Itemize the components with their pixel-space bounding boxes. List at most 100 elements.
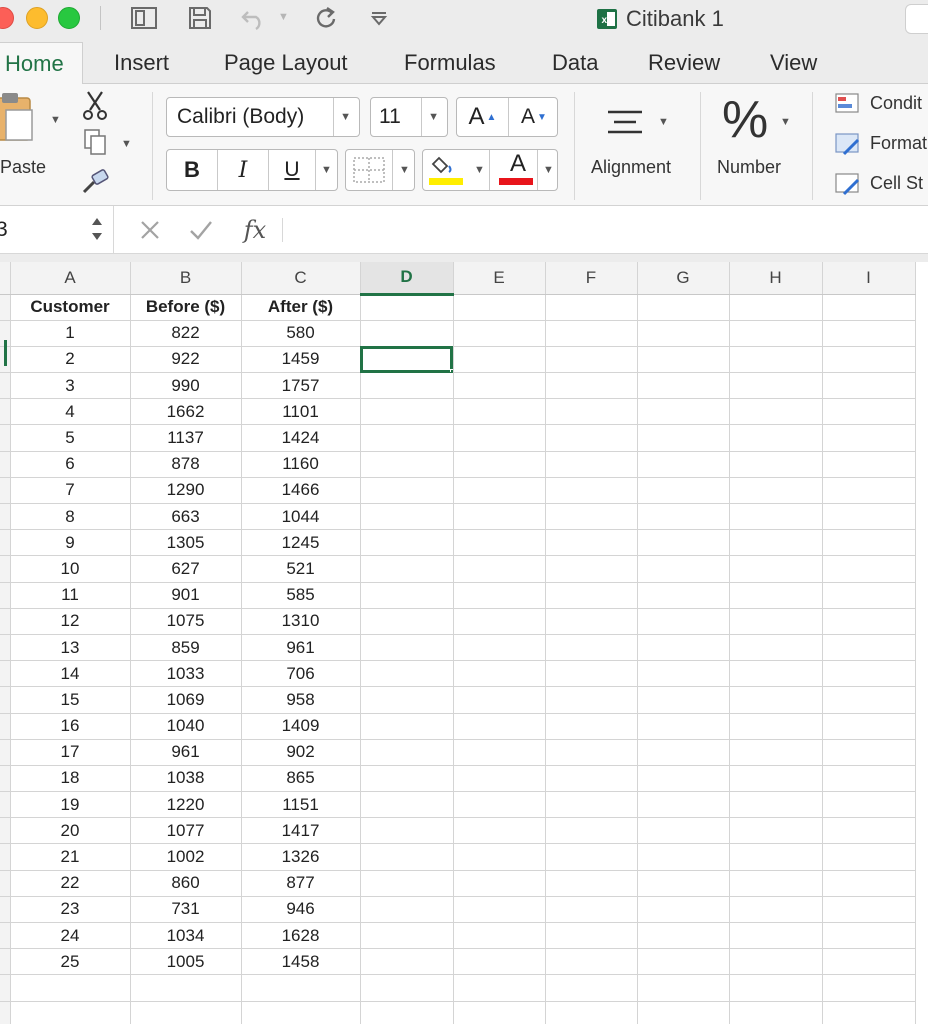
select-all-corner[interactable] xyxy=(0,262,11,295)
cell[interactable] xyxy=(545,582,638,609)
cell-styles-label[interactable]: Cell St xyxy=(870,173,923,194)
alignment-caret[interactable]: ▼ xyxy=(658,116,669,128)
cell[interactable]: 21 xyxy=(10,843,131,871)
paste-label[interactable]: Paste xyxy=(0,157,46,178)
cell[interactable] xyxy=(729,817,823,845)
cell[interactable]: 1220 xyxy=(130,791,242,819)
tab-home[interactable]: Home xyxy=(0,42,83,85)
row-header[interactable] xyxy=(0,1001,11,1024)
cell[interactable]: 521 xyxy=(241,555,361,583)
cell[interactable]: 1033 xyxy=(130,660,242,688)
cell[interactable] xyxy=(822,686,916,714)
cell[interactable] xyxy=(360,817,454,845)
cell[interactable]: 580 xyxy=(241,320,361,347)
cell[interactable]: 1417 xyxy=(241,817,361,845)
cell[interactable] xyxy=(360,634,454,662)
cell[interactable] xyxy=(360,948,454,976)
cell[interactable] xyxy=(545,791,638,819)
sidebar-icon[interactable] xyxy=(128,4,160,32)
cell[interactable] xyxy=(729,791,823,819)
name-box[interactable]: 3 xyxy=(0,206,114,254)
cell[interactable] xyxy=(822,660,916,688)
cell[interactable] xyxy=(637,320,730,347)
cell[interactable]: 1034 xyxy=(130,922,242,950)
cell[interactable] xyxy=(729,1001,823,1024)
cell[interactable] xyxy=(10,974,131,1002)
cell[interactable] xyxy=(545,346,638,374)
cell[interactable]: 8 xyxy=(10,503,131,531)
cell[interactable]: 1 xyxy=(10,320,131,347)
cell[interactable] xyxy=(637,451,730,478)
shrink-font-button[interactable]: A ▼ xyxy=(509,98,559,136)
cell[interactable] xyxy=(360,922,454,950)
row-header[interactable] xyxy=(0,896,11,924)
cell[interactable] xyxy=(453,974,546,1002)
cell[interactable] xyxy=(729,555,823,583)
cell[interactable]: 7 xyxy=(10,477,131,505)
cell[interactable]: 13 xyxy=(10,634,131,662)
cell[interactable]: 1662 xyxy=(130,398,242,426)
cell[interactable] xyxy=(637,896,730,924)
font-name-dropdown[interactable]: Calibri (Body) ▼ xyxy=(166,97,360,137)
cell[interactable]: 922 xyxy=(130,346,242,374)
conditional-formatting-label[interactable]: Condit xyxy=(870,93,922,114)
insert-function-icon[interactable]: fx xyxy=(238,214,272,246)
tab-formulas[interactable]: Formulas xyxy=(404,42,496,84)
cell[interactable] xyxy=(729,713,823,740)
cell[interactable] xyxy=(545,660,638,688)
font-color-button[interactable]: A xyxy=(493,150,537,190)
row-header[interactable] xyxy=(0,791,11,819)
cell[interactable] xyxy=(360,503,454,531)
cell[interactable] xyxy=(822,922,916,950)
cell[interactable] xyxy=(822,451,916,478)
cell[interactable] xyxy=(545,320,638,347)
format-as-table-icon[interactable] xyxy=(834,132,860,156)
cell[interactable] xyxy=(545,529,638,557)
cell[interactable] xyxy=(637,922,730,950)
number-label[interactable]: Number xyxy=(717,157,781,178)
cell[interactable] xyxy=(453,686,546,714)
cell[interactable] xyxy=(545,398,638,426)
cell[interactable] xyxy=(545,817,638,845)
cell[interactable] xyxy=(453,922,546,950)
cell[interactable] xyxy=(360,529,454,557)
cell[interactable]: 18 xyxy=(10,765,131,793)
cell[interactable] xyxy=(822,529,916,557)
cell[interactable]: 24 xyxy=(10,922,131,950)
row-header[interactable] xyxy=(0,686,11,714)
cell[interactable]: 901 xyxy=(130,582,242,609)
cell[interactable]: 11 xyxy=(10,582,131,609)
row-header[interactable] xyxy=(0,817,11,845)
cell[interactable] xyxy=(822,896,916,924)
cell[interactable] xyxy=(729,765,823,793)
cell[interactable] xyxy=(545,896,638,924)
cell[interactable] xyxy=(130,1001,242,1024)
grow-font-button[interactable]: A ▲ xyxy=(457,98,508,136)
row-header[interactable] xyxy=(0,608,11,635)
cell[interactable]: 990 xyxy=(130,372,242,400)
cell[interactable]: 22 xyxy=(10,870,131,897)
cell[interactable]: 20 xyxy=(10,817,131,845)
cell[interactable] xyxy=(637,948,730,976)
cell[interactable] xyxy=(637,817,730,845)
cell[interactable]: 860 xyxy=(130,870,242,897)
format-painter-icon[interactable] xyxy=(80,168,112,196)
cell[interactable] xyxy=(637,398,730,426)
cell[interactable]: 19 xyxy=(10,791,131,819)
cell[interactable] xyxy=(453,582,546,609)
cell[interactable] xyxy=(453,529,546,557)
font-size-dropdown[interactable]: 11 ▼ xyxy=(370,97,448,137)
cell[interactable] xyxy=(453,634,546,662)
column-header-h[interactable]: H xyxy=(729,262,823,295)
cell[interactable]: 16 xyxy=(10,713,131,740)
cell[interactable] xyxy=(545,922,638,950)
cell[interactable] xyxy=(637,713,730,740)
borders-button[interactable]: ▼ xyxy=(345,149,415,191)
zoom-window-button[interactable] xyxy=(58,7,80,29)
customize-icon[interactable] xyxy=(366,4,392,32)
cell[interactable] xyxy=(822,1001,916,1024)
cell[interactable] xyxy=(360,1001,454,1024)
cell[interactable] xyxy=(637,346,730,374)
cell[interactable] xyxy=(453,320,546,347)
cell[interactable]: 1160 xyxy=(241,451,361,478)
